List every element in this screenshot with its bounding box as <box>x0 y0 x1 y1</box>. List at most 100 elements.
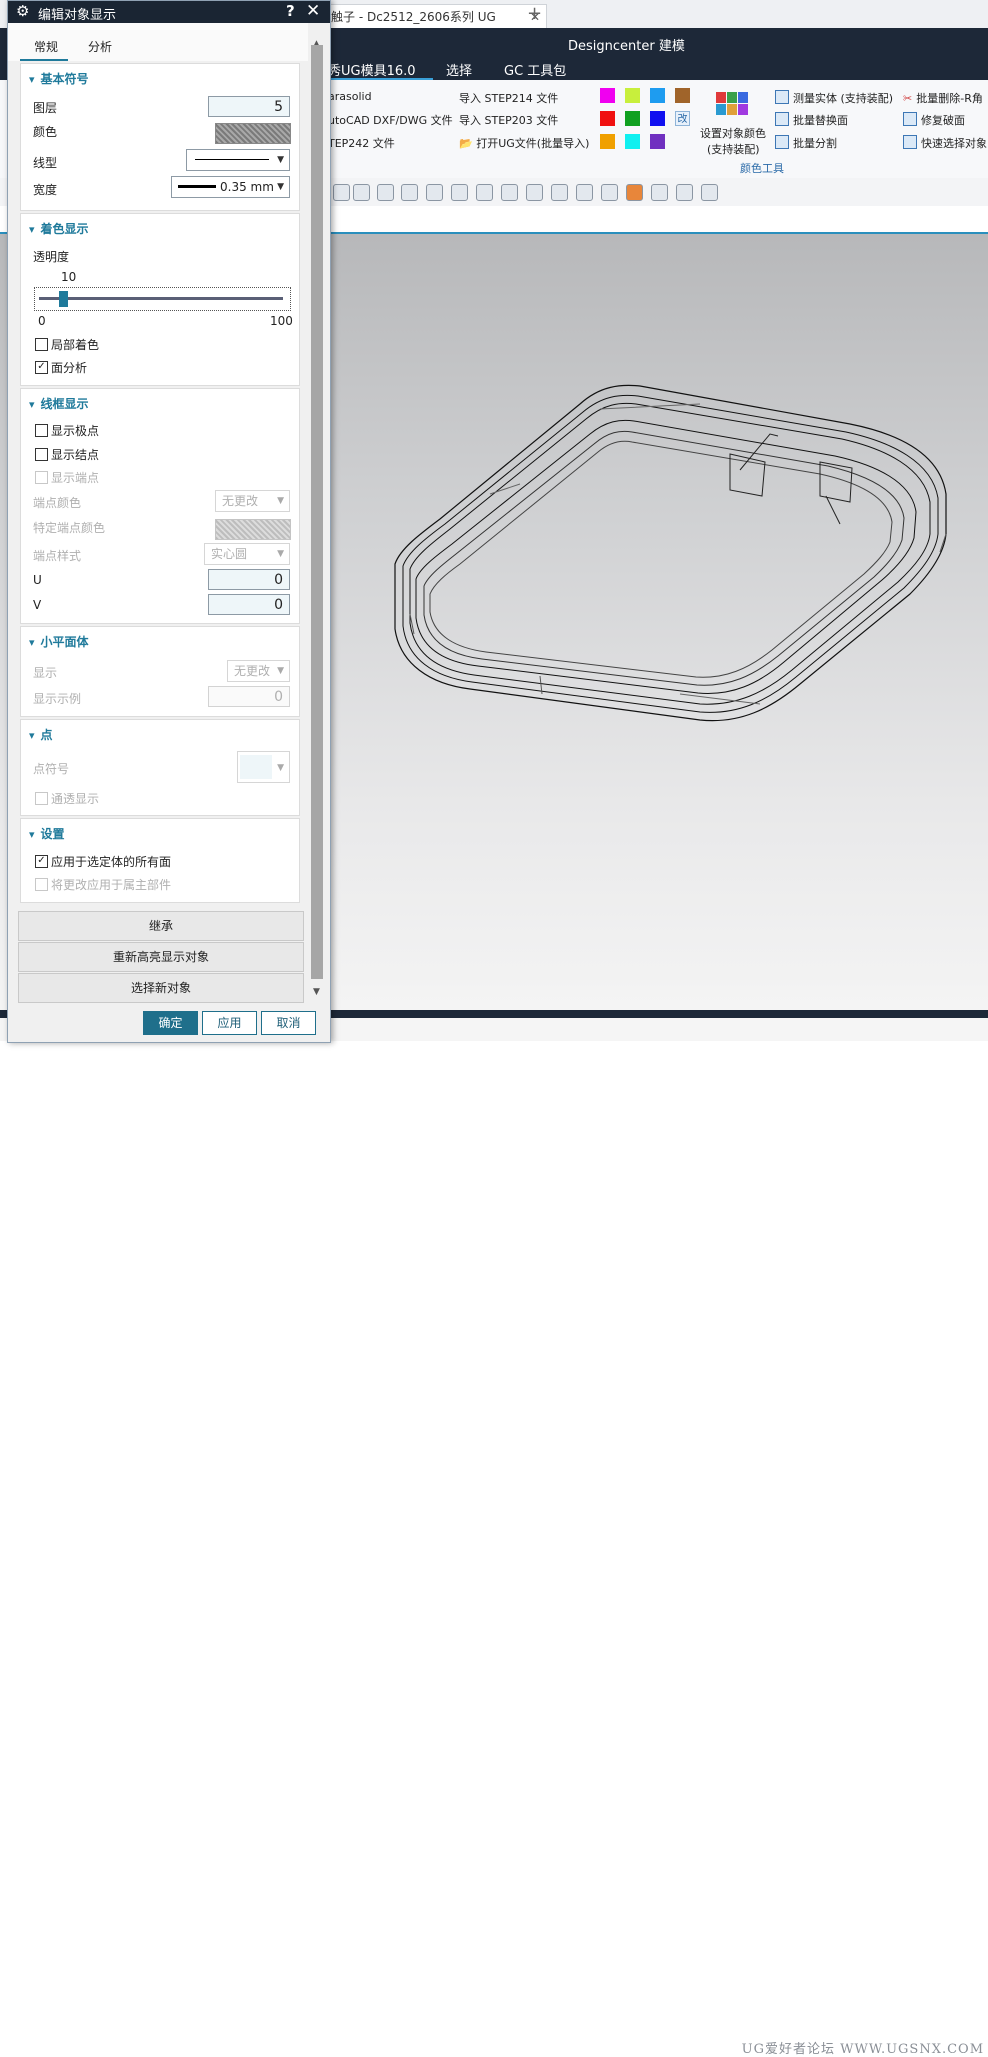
color-swatch-orange[interactable] <box>600 134 615 149</box>
help-icon[interactable]: ? <box>286 2 295 20</box>
section-header-wireframe[interactable]: 线框显示 <box>29 395 89 412</box>
show-endpoints-checkbox[interactable] <box>35 471 48 484</box>
set-object-color-label[interactable]: 设置对象颜色 <box>700 125 766 141</box>
partial-shading-label: 局部着色 <box>51 338 100 352</box>
ribbon-repair-face[interactable]: 修复破面 <box>903 112 965 128</box>
apply-all-faces-checkbox[interactable]: ✓ <box>35 855 48 868</box>
block-icon[interactable] <box>333 184 350 201</box>
menu-select[interactable]: 选择 <box>446 60 472 79</box>
show-poles-label: 显示极点 <box>51 424 100 438</box>
apply-button[interactable]: 应用 <box>202 1011 257 1035</box>
measure-angle-icon[interactable] <box>701 184 718 201</box>
partial-shading-checkbox[interactable] <box>35 338 48 351</box>
color-swatch-magenta[interactable] <box>600 88 615 103</box>
transparency-slider[interactable] <box>34 287 291 311</box>
ribbon-batch-replace[interactable]: 批量替换面 <box>775 112 848 128</box>
section-header-facets[interactable]: 小平面体 <box>29 633 89 650</box>
scroll-down-icon[interactable]: ▼ <box>313 987 320 997</box>
u-input[interactable]: 0 <box>208 569 290 590</box>
section-header-basic[interactable]: 基本符号 <box>29 70 89 87</box>
color-swatch-lime[interactable] <box>625 88 640 103</box>
color-swatch-blue[interactable] <box>650 111 665 126</box>
cancel-button[interactable]: 取消 <box>261 1011 316 1035</box>
endpoint-color-dropdown[interactable]: 无更改 ▼ <box>215 490 290 512</box>
color-swatch-blue-light[interactable] <box>650 88 665 103</box>
document-tab[interactable]: 触子 - Dc2512_2606系列 UG ✕ <box>300 4 547 29</box>
ribbon-parasolid[interactable]: arasolid <box>328 90 372 103</box>
watermark-text: UG爱好者论坛 WWW.UGSNX.COM <box>741 2042 984 2057</box>
dialog-titlebar[interactable]: ⚙ 编辑对象显示 ? ✕ <box>8 1 330 23</box>
section-settings: 设置 ✓ 应用于选定体的所有面 将更改应用于属主部件 <box>20 818 300 903</box>
color-swatch-red[interactable] <box>600 111 615 126</box>
section-wireframe: 线框显示 显示极点 显示结点 显示端点 端点颜色 无更改 ▼ 特定端点颜色 端点… <box>20 388 300 624</box>
color-swatch-purple[interactable] <box>650 134 665 149</box>
ribbon-quick-select[interactable]: 快速选择对象 <box>903 135 987 151</box>
facet-example-label: 显示示例 <box>33 692 82 706</box>
ribbon-open-ug-batch[interactable]: 📂 打开UG文件(批量导入) <box>459 135 589 151</box>
slider-track <box>39 297 283 300</box>
orange-solid-icon[interactable] <box>626 184 643 201</box>
ribbon-step242[interactable]: TEP242 文件 <box>328 135 395 151</box>
facet-example-input[interactable]: 0 <box>208 686 290 707</box>
u-label: U <box>33 573 42 587</box>
sheet-icon[interactable] <box>451 184 468 201</box>
width-dropdown[interactable]: 0.35 mm ▼ <box>171 176 290 198</box>
offset-face-icon[interactable] <box>377 184 394 201</box>
color-object-icon[interactable] <box>401 184 418 201</box>
scrollbar-thumb[interactable] <box>311 45 323 979</box>
see-through-checkbox[interactable] <box>35 792 48 805</box>
endpoint-style-dropdown[interactable]: 实心圆 ▼ <box>204 543 290 565</box>
select-new-object-button[interactable]: 选择新对象 <box>18 973 304 1003</box>
linetype-dropdown[interactable]: ▼ <box>186 149 290 171</box>
select-face-icon[interactable] <box>651 184 668 201</box>
color-swatch-brown[interactable] <box>675 88 690 103</box>
tab-analysis[interactable]: 分析 <box>88 38 112 55</box>
ribbon-import-step203[interactable]: 导入 STEP203 文件 <box>459 112 558 128</box>
facet-display-dropdown[interactable]: 无更改 ▼ <box>227 660 290 682</box>
inherit-button[interactable]: 继承 <box>18 911 304 941</box>
ribbon-import-step214[interactable]: 导入 STEP214 文件 <box>459 90 558 106</box>
point-symbol-dropdown[interactable]: ▼ <box>237 751 290 783</box>
wave-icon[interactable] <box>676 184 693 201</box>
ribbon-batch-delete-r[interactable]: ✂ 批量删除-R角 <box>903 90 983 106</box>
section-header-settings[interactable]: 设置 <box>29 825 65 842</box>
face-analysis-checkbox[interactable]: ✓ <box>35 361 48 374</box>
slider-thumb[interactable] <box>59 291 68 307</box>
chevron-down-icon: ▼ <box>277 763 284 773</box>
ok-button[interactable]: 确定 <box>143 1011 198 1035</box>
link-icon[interactable] <box>476 184 493 201</box>
section-header-point[interactable]: 点 <box>29 726 53 743</box>
specific-endpoint-color-swatch[interactable] <box>215 519 291 540</box>
menu-mold[interactable]: 秀UG模具16.0 <box>328 60 416 79</box>
ribbon-measure-solid[interactable]: 测量实体 (支持装配) <box>775 90 893 106</box>
show-knots-checkbox[interactable] <box>35 448 48 461</box>
ribbon-batch-split[interactable]: 批量分割 <box>775 135 837 151</box>
palette-icon[interactable] <box>716 92 749 116</box>
menu-gc-toolkit[interactable]: GC 工具包 <box>504 60 566 79</box>
v-input[interactable]: 0 <box>208 594 290 615</box>
trim-icon[interactable] <box>576 184 593 201</box>
color-swatch-cyan[interactable] <box>625 134 640 149</box>
color-swatch-edit[interactable]: 改 <box>675 111 690 126</box>
rehighlight-button[interactable]: 重新高亮显示对象 <box>18 942 304 972</box>
layer-label: 图层 <box>33 101 58 115</box>
show-poles-checkbox[interactable] <box>35 424 48 437</box>
draft-icon[interactable] <box>551 184 568 201</box>
assembly-icon[interactable] <box>601 184 618 201</box>
color-swatch-green[interactable] <box>625 111 640 126</box>
new-tab-icon[interactable]: + <box>527 3 542 24</box>
spring-icon[interactable] <box>501 184 518 201</box>
gear-icon[interactable]: ⚙ <box>16 2 29 20</box>
coil-icon[interactable] <box>526 184 543 201</box>
document-tab-label: 触子 - Dc2512_2606系列 UG <box>331 10 496 24</box>
section-header-shading[interactable]: 着色显示 <box>29 220 89 237</box>
blend-icon[interactable] <box>353 184 370 201</box>
ribbon-dxf[interactable]: utoCAD DXF/DWG 文件 <box>328 112 453 128</box>
color-swatch[interactable] <box>215 123 291 144</box>
layer-input[interactable]: 5 <box>208 96 290 117</box>
apply-owner-checkbox[interactable] <box>35 878 48 891</box>
width-label: 宽度 <box>33 183 58 197</box>
close-icon[interactable]: ✕ <box>306 1 320 21</box>
tab-general[interactable]: 常规 <box>34 38 58 55</box>
cylinder-icon[interactable] <box>426 184 443 201</box>
